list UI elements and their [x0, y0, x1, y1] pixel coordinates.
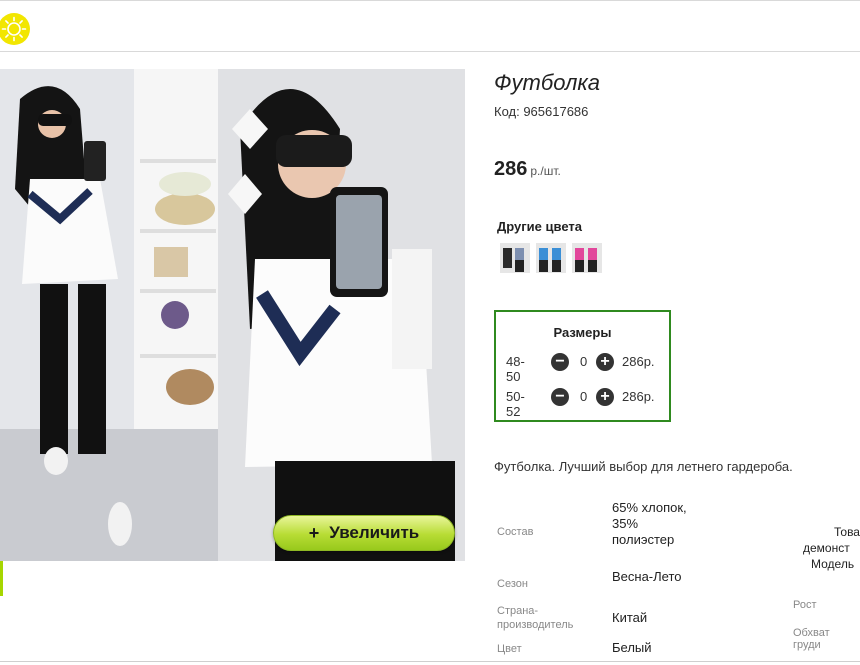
product-price: 286 р./шт. — [494, 158, 561, 181]
spec-key: Страна-производитель — [497, 605, 574, 631]
color-swatch-3[interactable] — [572, 243, 602, 273]
price-unit: р./шт. — [530, 164, 561, 178]
top-bar — [0, 0, 860, 52]
model-spec-key: Рост — [793, 599, 817, 611]
product-title: Футболка — [494, 70, 600, 95]
spec-key: Сезон — [497, 578, 528, 590]
minus-icon[interactable]: − — [551, 388, 569, 406]
size-quantity[interactable]: 0 — [580, 389, 587, 404]
side-accent — [0, 560, 3, 596]
sun-icon[interactable] — [0, 13, 30, 45]
model-text-line: Модель — [811, 557, 855, 571]
zoom-button[interactable]: + Увеличить — [273, 515, 455, 551]
sizes-title: Размеры — [553, 325, 612, 340]
bottom-divider — [0, 661, 860, 662]
color-swatch-2[interactable] — [536, 243, 566, 273]
size-label: 50-52 — [506, 389, 525, 419]
plus-icon[interactable]: + — [596, 353, 614, 371]
size-label: 48-50 — [506, 354, 525, 384]
spec-value: Китай — [612, 610, 648, 625]
other-colors-title: Другие цвета — [497, 219, 582, 234]
product-code: Код: 965617686 — [494, 104, 589, 119]
price-value: 286 — [494, 158, 528, 180]
model-spec-key: Обхват груди — [793, 627, 830, 651]
spec-key: Состав — [497, 526, 534, 538]
spec-key: Цвет — [497, 643, 522, 655]
zoom-label: Увеличить — [329, 523, 420, 542]
model-text-line: Това — [834, 525, 860, 539]
plus-icon[interactable]: + — [596, 388, 614, 406]
spec-value: 65% хлопок, 35% полиэстер — [612, 500, 687, 547]
minus-icon[interactable]: − — [551, 353, 569, 371]
product-photo[interactable] — [0, 69, 465, 561]
size-price: 286р. — [622, 389, 655, 404]
model-text-line: демонст — [803, 541, 850, 555]
plus-icon: + — [308, 522, 320, 543]
size-price: 286р. — [622, 354, 655, 369]
color-swatch-1[interactable] — [500, 243, 530, 273]
sizes-box: Размеры 48-50 − 0 + 286р. 50-52 − 0 + 28… — [494, 310, 671, 422]
product-description: Футболка. Лучший выбор для летнего гарде… — [494, 459, 793, 474]
size-quantity[interactable]: 0 — [580, 354, 587, 369]
spec-value: Белый — [612, 640, 652, 655]
spec-value: Весна-Лето — [612, 569, 682, 584]
